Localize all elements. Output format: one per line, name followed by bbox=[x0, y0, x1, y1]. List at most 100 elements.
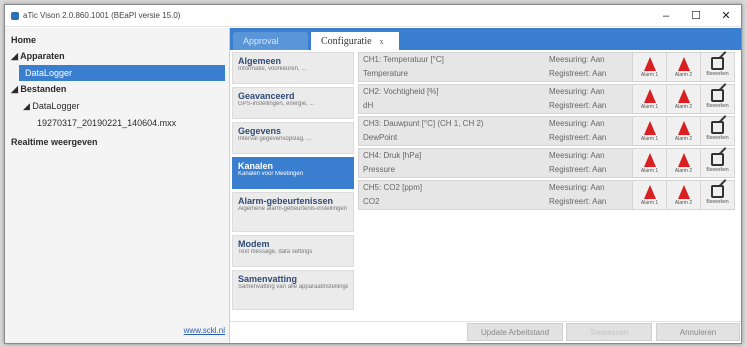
bell-icon bbox=[677, 88, 690, 103]
nav-item-title: Samenvatting bbox=[238, 274, 298, 284]
nav-item-subtitle: Algemene alarm-gebeurtenis-instellingen bbox=[238, 206, 348, 212]
tab-close-icon[interactable]: x bbox=[380, 37, 384, 46]
alarm1-label: Alarm 1 bbox=[640, 71, 659, 78]
channel-registering: Registreert: Aan bbox=[549, 101, 607, 110]
sidebar-item-files-label: Bestanden bbox=[20, 84, 67, 94]
alarm1-button[interactable]: Alarm 1 bbox=[632, 53, 666, 81]
bell-icon bbox=[643, 88, 656, 103]
alarm2-button[interactable]: Alarm 2 bbox=[666, 149, 700, 177]
channel-name: CH3: Dauwpunt [°C] (CH 1, CH 2) bbox=[363, 119, 484, 128]
alarm1-label: Alarm 1 bbox=[640, 167, 659, 174]
channel-measuring: Meesuring: Aan bbox=[549, 87, 605, 96]
channel-sub: DewPoint bbox=[363, 133, 398, 142]
channel-name: CH1: Temperatuur [°C] bbox=[363, 55, 444, 64]
window-title: aTic Vison 2.0.860.1001 (BEaPI versie 15… bbox=[23, 11, 181, 20]
nav-item-algemeen[interactable]: Algemeen Informatie, voorkeuren, ... bbox=[232, 52, 354, 84]
tab-bar: Approval Configuratie x bbox=[230, 28, 741, 50]
channel-registering: Registreert: Aan bbox=[549, 69, 607, 78]
sidebar-item-file[interactable]: 19270317_20190221_140604.mxx bbox=[5, 115, 229, 131]
alarm2-button[interactable]: Alarm 2 bbox=[666, 117, 700, 145]
bell-icon bbox=[643, 152, 656, 167]
cancel-button[interactable]: Annuleren bbox=[656, 323, 740, 341]
edit-button[interactable]: Bewerken bbox=[700, 85, 734, 113]
nav-item-alarm-gebeurtenissen[interactable]: Alarm-gebeurtenissen Algemene alarm-gebe… bbox=[232, 192, 354, 232]
bell-icon bbox=[677, 120, 690, 135]
channel-sub: Pressure bbox=[363, 165, 396, 174]
alarm2-button[interactable]: Alarm 2 bbox=[666, 85, 700, 113]
sidebar-item-home[interactable]: Home bbox=[5, 32, 229, 48]
channel-registering: Registreert: Aan bbox=[549, 165, 607, 174]
bell-icon bbox=[643, 184, 656, 199]
channel-info: CH2: Vochtigheid [%] dH Meesuring: Aan R… bbox=[359, 85, 632, 113]
edit-button[interactable]: Bewerken bbox=[700, 181, 734, 209]
website-link[interactable]: www.sckl.nl bbox=[184, 326, 225, 335]
tab-approval[interactable]: Approval bbox=[233, 32, 308, 50]
config-nav: Algemeen Informatie, voorkeuren, ... Gea… bbox=[232, 52, 354, 323]
sidebar-item-file-group[interactable]: ◢ DataLogger bbox=[5, 98, 229, 115]
edit-button[interactable]: Bewerken bbox=[700, 117, 734, 145]
channel-name: CH5: CO2 [ppm] bbox=[363, 183, 423, 192]
sidebar-item-devices-label: Apparaten bbox=[20, 51, 65, 61]
nav-item-gegevens[interactable]: Gegevens Interval gegevensopslag, ... bbox=[232, 122, 354, 154]
alarm1-button[interactable]: Alarm 1 bbox=[632, 181, 666, 209]
nav-item-title: Algemeen bbox=[238, 56, 282, 66]
alarm1-label: Alarm 1 bbox=[640, 199, 659, 206]
channel-info: CH4: Druk [hPa] Pressure Meesuring: Aan … bbox=[359, 149, 632, 177]
footer-bar: Update Arbeitstand Toepassen Annuleren bbox=[230, 321, 741, 343]
alarm2-button[interactable]: Alarm 2 bbox=[666, 53, 700, 81]
alarm1-label: Alarm 1 bbox=[640, 135, 659, 142]
minimize-button[interactable]: – bbox=[651, 5, 681, 27]
tab-configuratie[interactable]: Configuratie x bbox=[311, 32, 399, 50]
edit-button[interactable]: Bewerken bbox=[700, 53, 734, 81]
tab-approval-label: Approval bbox=[243, 36, 279, 46]
alarm1-button[interactable]: Alarm 1 bbox=[632, 85, 666, 113]
alarm1-button[interactable]: Alarm 1 bbox=[632, 117, 666, 145]
sidebar-item-files[interactable]: ◢ Bestanden bbox=[5, 81, 229, 98]
title-bar: aTic Vison 2.0.860.1001 (BEaPI versie 15… bbox=[5, 5, 741, 27]
alarm2-button[interactable]: Alarm 2 bbox=[666, 181, 700, 209]
channel-registering: Registreert: Aan bbox=[549, 197, 607, 206]
edit-label: Bewerken bbox=[706, 167, 729, 173]
edit-icon bbox=[711, 153, 724, 166]
alarm1-label: Alarm 1 bbox=[640, 103, 659, 110]
nav-item-modem[interactable]: Modem Text message, data settings bbox=[232, 235, 354, 267]
maximize-button[interactable]: ☐ bbox=[681, 5, 711, 27]
edit-label: Bewerken bbox=[706, 103, 729, 109]
edit-icon bbox=[711, 89, 724, 102]
bell-icon bbox=[643, 56, 656, 71]
channel-sub: Temperature bbox=[363, 69, 408, 78]
nav-item-title: Modem bbox=[238, 239, 270, 249]
channel-registering: Registreert: Aan bbox=[549, 133, 607, 142]
nav-item-geavanceerd[interactable]: Geavanceerd GPS-instellingen, energie, .… bbox=[232, 87, 354, 119]
bell-icon bbox=[677, 184, 690, 199]
close-button[interactable]: ✕ bbox=[711, 5, 741, 27]
bell-icon bbox=[677, 152, 690, 167]
nav-item-kanalen[interactable]: Kanalen Kanalen voor Meetingen bbox=[232, 157, 354, 189]
nav-item-samenvatting[interactable]: Samenvatting Samenvatting van alle appar… bbox=[232, 270, 354, 310]
edit-label: Bewerken bbox=[706, 135, 729, 141]
channel-measuring: Meesuring: Aan bbox=[549, 55, 605, 64]
channel-row: CH5: CO2 [ppm] CO2 Meesuring: Aan Regist… bbox=[358, 180, 735, 210]
channel-measuring: Meesuring: Aan bbox=[549, 119, 605, 128]
sidebar-item-devices[interactable]: ◢ Apparaten bbox=[5, 48, 229, 65]
channel-name: CH2: Vochtigheid [%] bbox=[363, 87, 439, 96]
update-button[interactable]: Update Arbeitstand bbox=[467, 323, 563, 341]
edit-button[interactable]: Bewerken bbox=[700, 149, 734, 177]
nav-item-title: Gegevens bbox=[238, 126, 282, 136]
channel-row: CH2: Vochtigheid [%] dH Meesuring: Aan R… bbox=[358, 84, 735, 114]
sidebar-item-datalogger[interactable]: DataLogger bbox=[19, 65, 225, 81]
channel-name: CH4: Druk [hPa] bbox=[363, 151, 422, 160]
edit-icon bbox=[711, 57, 724, 70]
apply-button[interactable]: Toepassen bbox=[566, 323, 652, 341]
channel-row: CH1: Temperatuur [°C] Temperature Meesur… bbox=[358, 52, 735, 82]
nav-item-subtitle: Kanalen voor Meetingen bbox=[238, 171, 304, 177]
alarm2-label: Alarm 2 bbox=[674, 103, 693, 110]
edit-label: Bewerken bbox=[706, 71, 729, 77]
channel-measuring: Meesuring: Aan bbox=[549, 151, 605, 160]
sidebar: Home ◢ Apparaten DataLogger ◢ Bestanden … bbox=[5, 28, 230, 343]
alarm2-label: Alarm 2 bbox=[674, 71, 693, 78]
app-body: Home ◢ Apparaten DataLogger ◢ Bestanden … bbox=[5, 28, 741, 343]
nav-item-title: Geavanceerd bbox=[238, 91, 295, 101]
alarm1-button[interactable]: Alarm 1 bbox=[632, 149, 666, 177]
sidebar-item-realtime[interactable]: Realtime weergeven bbox=[5, 134, 229, 150]
